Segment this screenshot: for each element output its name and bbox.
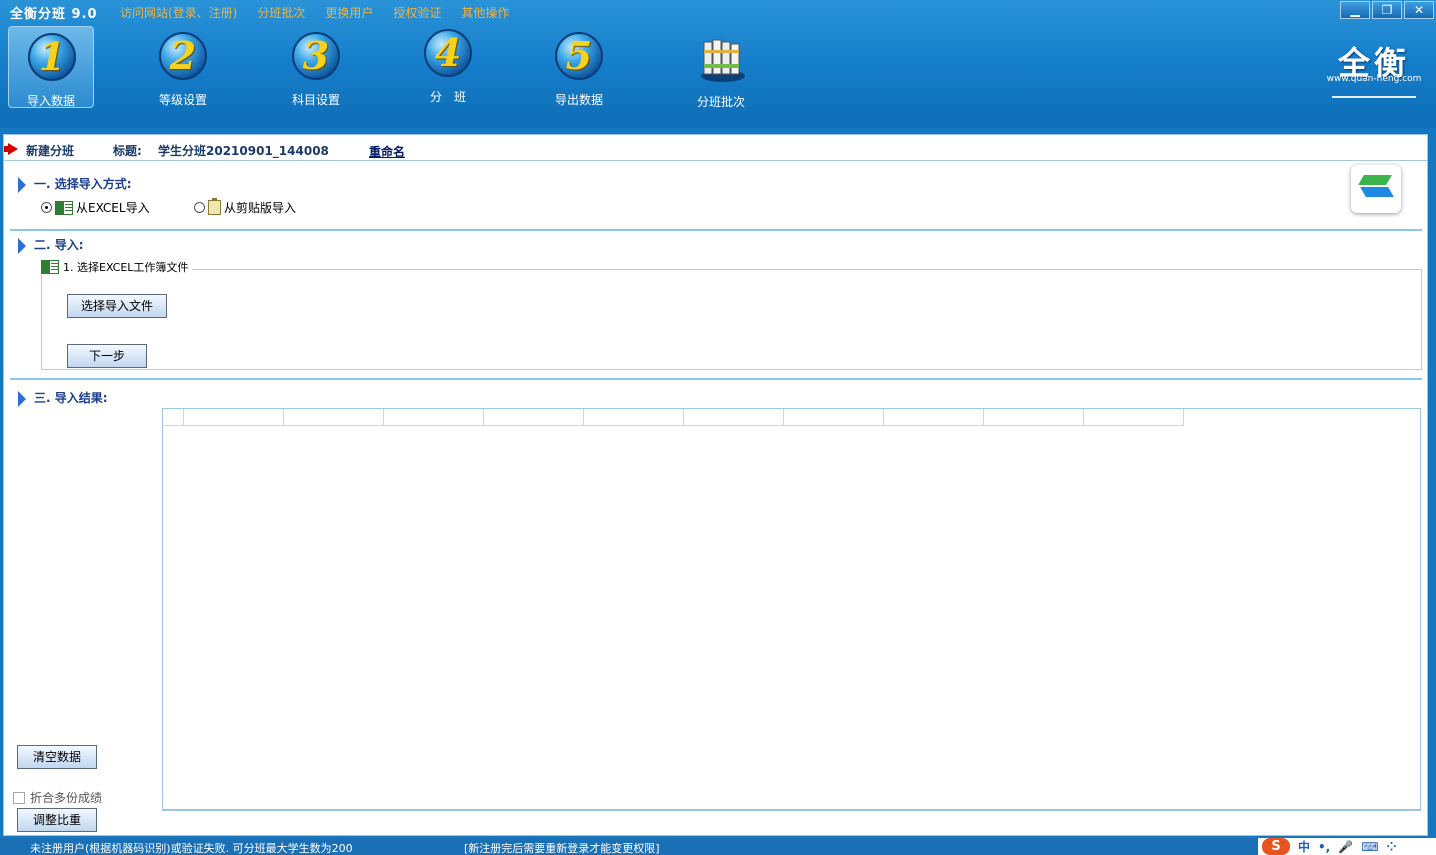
- title-label: 标题:: [113, 144, 142, 158]
- tool-label: 导入数据: [26, 94, 75, 108]
- tool-label: 等级设置: [158, 93, 207, 107]
- select-workbook-group: [41, 269, 1422, 370]
- keyboard-icon[interactable]: ⌨: [1361, 840, 1378, 854]
- menu-other[interactable]: 其他操作: [461, 4, 509, 21]
- excel-icon: [55, 200, 73, 215]
- status-hint: [新注册完后需要重新登录才能变更权限]: [464, 842, 660, 855]
- merge-scores-checkbox[interactable]: 折合多份成绩: [13, 789, 102, 806]
- ime-lang[interactable]: 中: [1298, 838, 1310, 855]
- sogou-icon[interactable]: S: [1262, 838, 1290, 855]
- section-import: 二. 导入:: [18, 236, 84, 254]
- restore-button[interactable]: ❐: [1372, 1, 1402, 19]
- brand-logo: 全衡 www.quan-heng.com: [1318, 38, 1430, 100]
- tool-label: 分班批次: [696, 95, 745, 109]
- number-4-icon: 4: [424, 29, 472, 77]
- group-title: 1. 选择EXCEL工作簿文件: [41, 259, 193, 275]
- tool-label: 科目设置: [291, 93, 340, 107]
- tool-batches[interactable]: 分班批次: [678, 26, 764, 109]
- books-icon: [701, 39, 745, 82]
- minimize-button[interactable]: ▁: [1340, 1, 1370, 19]
- divider: [10, 378, 1422, 380]
- clear-data-button[interactable]: 清空数据: [17, 745, 97, 769]
- section-arrow-icon: [18, 390, 26, 407]
- document-titlebar: 新建分班 标题: 学生分班20210901_144008 重命名: [4, 135, 1427, 161]
- tool-grade-settings[interactable]: 2 等级设置: [140, 26, 226, 108]
- select-import-file-button[interactable]: 选择导入文件: [67, 294, 167, 318]
- tool-label: 导出数据: [554, 93, 603, 107]
- tool-export-data[interactable]: 5 导出数据: [536, 26, 622, 108]
- section-arrow-icon: [18, 176, 26, 193]
- clipboard-icon: [208, 198, 221, 215]
- next-step-button[interactable]: 下一步: [67, 344, 147, 368]
- radio-from-clipboard[interactable]: 从剪贴版导入: [194, 198, 296, 216]
- share-icon[interactable]: [1351, 165, 1401, 213]
- tool-assign-classes[interactable]: 4 分 班: [405, 26, 491, 108]
- number-5-icon: 5: [555, 32, 603, 80]
- tool-import-data[interactable]: 1 导入数据: [8, 26, 94, 108]
- number-2-icon: 2: [159, 32, 207, 80]
- divider: [10, 229, 1422, 231]
- excel-icon: [41, 260, 59, 274]
- section-import-method: 一. 选择导入方式:: [18, 175, 132, 193]
- header: 全衡分班 9.0 访问网站(登录、注册) 分班批次 更换用户 授权验证 其他操作…: [0, 0, 1436, 128]
- close-button[interactable]: ✕: [1404, 1, 1434, 19]
- menu-batches[interactable]: 分班批次: [257, 4, 305, 21]
- tool-label: 分 班: [429, 90, 466, 104]
- number-3-icon: 3: [292, 32, 340, 80]
- rename-link[interactable]: 重命名: [369, 143, 405, 160]
- mic-icon[interactable]: 🎤: [1338, 840, 1353, 854]
- section-arrow-icon: [18, 237, 26, 254]
- grid-header: [163, 409, 1184, 426]
- menu-switch-user[interactable]: 更换用户: [325, 4, 373, 21]
- ime-toolbar[interactable]: S 中 •, 🎤 ⌨ ⁘: [1258, 838, 1436, 855]
- section-import-result: 三. 导入结果:: [18, 389, 108, 407]
- ime-menu-icon[interactable]: ⁘: [1387, 840, 1397, 854]
- number-1-icon: 1: [28, 33, 76, 81]
- new-class-label: 新建分班: [26, 144, 75, 158]
- result-grid[interactable]: [162, 408, 1421, 811]
- radio-from-excel[interactable]: 从EXCEL导入: [41, 199, 150, 216]
- window-controls: ▁ ❐ ✕: [1340, 1, 1434, 19]
- adjust-weight-button[interactable]: 调整比重: [17, 808, 97, 832]
- radio-button[interactable]: [194, 202, 205, 213]
- main-panel: 新建分班 标题: 学生分班20210901_144008 重命名 一. 选择导入…: [3, 134, 1428, 836]
- tool-subject-settings[interactable]: 3 科目设置: [273, 26, 359, 108]
- radio-button[interactable]: [41, 202, 52, 213]
- menu-visit-website[interactable]: 访问网站(登录、注册): [120, 4, 237, 21]
- status-registration: 未注册用户(根据机器码识别)或验证失败. 可分班最大学生数为200: [30, 842, 353, 855]
- app-title: 全衡分班 9.0: [10, 7, 98, 22]
- status-bar: 未注册用户(根据机器码识别)或验证失败. 可分班最大学生数为200 [新注册完后…: [0, 838, 1436, 855]
- title-value: 学生分班20210901_144008: [158, 144, 329, 158]
- checkbox[interactable]: [13, 791, 25, 804]
- punct-icon[interactable]: •,: [1318, 840, 1330, 854]
- menu-authorize[interactable]: 授权验证: [393, 4, 441, 21]
- menu-bar: 访问网站(登录、注册) 分班批次 更换用户 授权验证 其他操作: [120, 4, 509, 21]
- red-arrow-icon: [8, 143, 18, 155]
